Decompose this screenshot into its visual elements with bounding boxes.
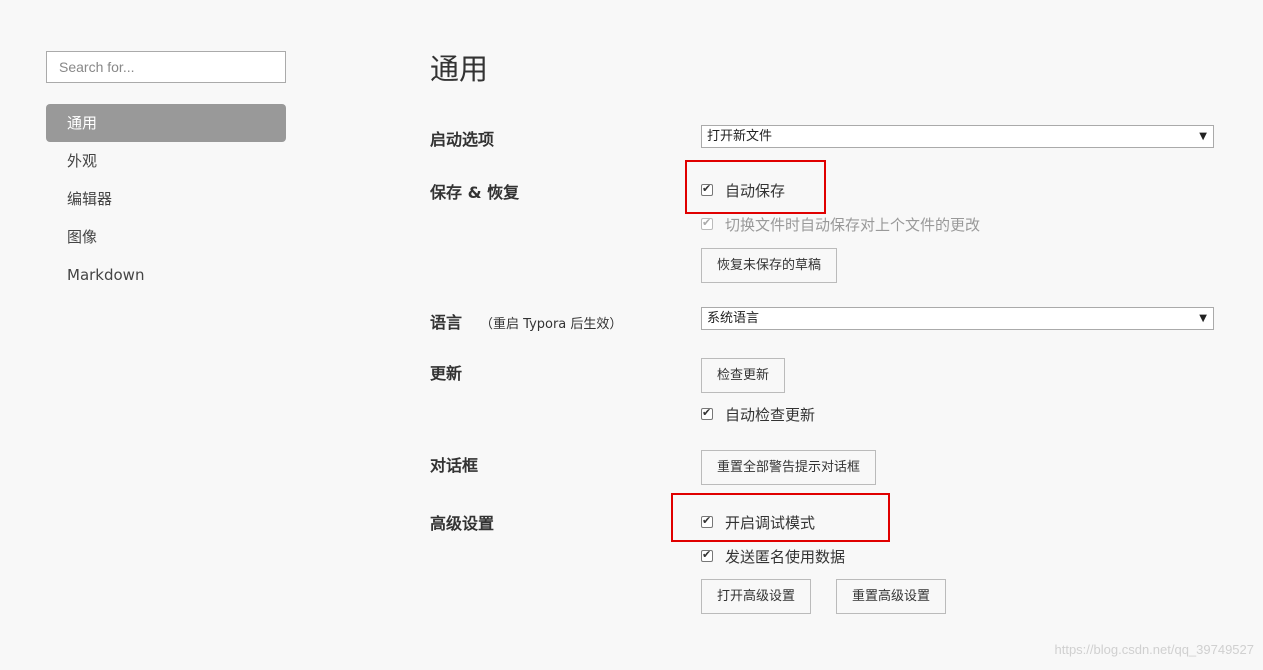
update-label: 更新 xyxy=(430,364,463,383)
restore-drafts-button[interactable]: 恢复未保存的草稿 xyxy=(701,248,838,283)
send-anonymous-data-checkbox[interactable]: 发送匿名使用数据 xyxy=(701,545,845,567)
checkbox-checked-icon xyxy=(701,216,713,230)
checkbox-checked-icon[interactable] xyxy=(701,406,713,420)
open-advanced-settings-button[interactable]: 打开高级设置 xyxy=(701,579,812,614)
send-anonymous-data-label: 发送匿名使用数据 xyxy=(725,547,846,566)
auto-check-update-checkbox[interactable]: 自动检查更新 xyxy=(701,403,815,425)
reset-advanced-settings-button[interactable]: 重置高级设置 xyxy=(836,579,947,614)
search-input[interactable] xyxy=(46,51,286,83)
save-restore-label: 保存 & 恢复 xyxy=(430,183,520,202)
startup-select[interactable]: 打开新文件 ▼ xyxy=(701,125,1214,148)
dropdown-arrow-icon: ▼ xyxy=(1199,313,1207,324)
highlight-box-auto-save xyxy=(685,160,826,214)
language-note: （重启 Typora 后生效） xyxy=(480,317,623,332)
save-on-switch-label: 切换文件时自动保存对上个文件的更改 xyxy=(725,215,981,234)
language-select[interactable]: 系统语言 ▼ xyxy=(701,307,1214,330)
auto-check-update-label: 自动检查更新 xyxy=(725,405,816,424)
sidebar-nav: 通用 外观 编辑器 图像 Markdown xyxy=(46,104,286,294)
sidebar-item-appearance[interactable]: 外观 xyxy=(46,142,286,180)
highlight-box-debug-mode xyxy=(671,493,890,542)
startup-label: 启动选项 xyxy=(430,130,495,149)
sidebar-item-image[interactable]: 图像 xyxy=(46,218,286,256)
checkbox-checked-icon[interactable] xyxy=(701,548,713,562)
dialog-label: 对话框 xyxy=(430,456,479,475)
sidebar-item-markdown[interactable]: Markdown xyxy=(46,256,286,294)
preferences-window: 通用 外观 编辑器 图像 Markdown 通用 启动选项 打开新文件 ▼ 保存… xyxy=(0,0,1263,670)
advanced-label: 高级设置 xyxy=(430,514,495,533)
language-label-row: 语言 （重启 Typora 后生效） xyxy=(430,309,622,333)
page-title: 通用 xyxy=(430,52,489,86)
check-update-button[interactable]: 检查更新 xyxy=(701,358,786,393)
sidebar-item-editor[interactable]: 编辑器 xyxy=(46,180,286,218)
language-label: 语言 xyxy=(430,313,463,332)
watermark-text: https://blog.csdn.net/qq_39749527 xyxy=(1054,642,1255,657)
reset-dialogs-button[interactable]: 重置全部警告提示对话框 xyxy=(701,450,877,485)
save-on-switch-checkbox: 切换文件时自动保存对上个文件的更改 xyxy=(701,213,980,235)
language-select-value: 系统语言 xyxy=(707,311,760,326)
sidebar-item-general[interactable]: 通用 xyxy=(46,104,286,142)
dropdown-arrow-icon: ▼ xyxy=(1199,131,1207,142)
startup-select-value: 打开新文件 xyxy=(707,129,773,144)
